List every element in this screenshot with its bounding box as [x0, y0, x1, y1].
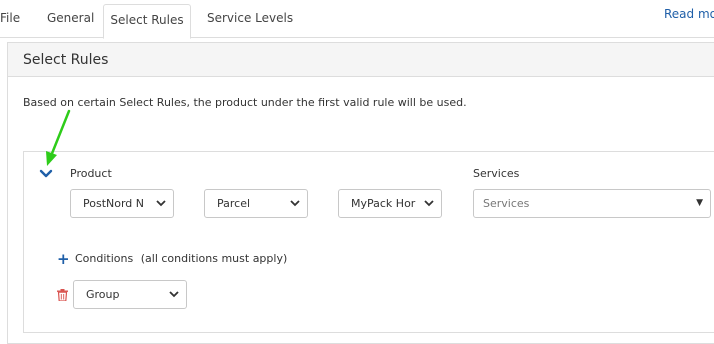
select-rules-panel: Select Rules Based on certain Select Rul…	[7, 42, 714, 344]
panel-title: Select Rules	[23, 52, 109, 68]
service-select[interactable]: MyPack Hor	[338, 189, 442, 218]
conditions-note: (all conditions must apply)	[140, 252, 288, 265]
services-select[interactable]: Services ▼	[473, 189, 711, 218]
service-select-value: MyPack Hor	[351, 197, 416, 210]
product-select-value: PostNord N	[83, 197, 145, 210]
type-select[interactable]: Parcel	[204, 189, 308, 218]
chevron-down-icon	[290, 200, 300, 207]
plus-icon[interactable]: +	[57, 252, 70, 267]
tab-service-levels[interactable]: Service Levels	[207, 0, 293, 37]
product-select[interactable]: PostNord N	[70, 189, 174, 218]
chevron-down-icon	[169, 291, 179, 298]
panel-header: Select Rules	[8, 43, 714, 77]
type-select-value: Parcel	[217, 197, 251, 210]
read-more-link[interactable]: Read more	[664, 0, 714, 28]
chevron-down-icon	[156, 200, 166, 207]
tab-general[interactable]: General	[47, 0, 94, 37]
group-select-value: Group	[86, 288, 120, 301]
group-select[interactable]: Group	[73, 280, 187, 309]
rule-card: Product Services PostNord N Parcel MyPac…	[23, 151, 714, 333]
panel-description: Based on certain Select Rules, the produ…	[23, 96, 467, 109]
dropdown-triangle-icon: ▼	[696, 198, 703, 208]
services-select-placeholder: Services	[483, 197, 530, 210]
tab-select-rules[interactable]: Select Rules	[103, 4, 191, 39]
trash-icon[interactable]	[57, 289, 68, 301]
chevron-down-icon	[424, 200, 434, 207]
conditions-label-text: Conditions	[75, 252, 134, 265]
conditions-label: Conditions (all conditions must apply)	[75, 252, 287, 265]
services-label: Services	[473, 167, 520, 180]
product-label: Product	[70, 167, 112, 180]
tab-file[interactable]: File	[0, 0, 20, 37]
tab-bar: File General Select Rules Service Levels…	[0, 0, 714, 39]
chevron-down-icon[interactable]	[39, 168, 53, 180]
